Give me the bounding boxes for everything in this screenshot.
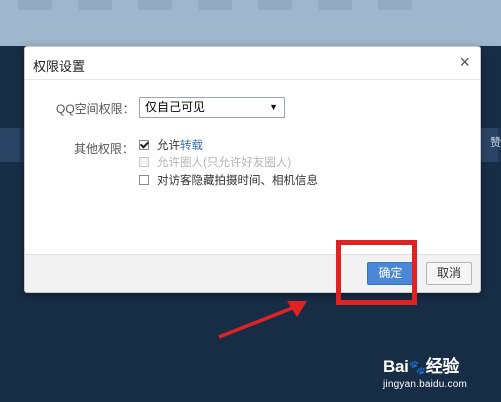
caret-down-icon: ▼ xyxy=(269,102,278,112)
hide-exif-checkbox[interactable] xyxy=(139,175,149,185)
baidu-jingyan-watermark: Bai🐾经验 jingyan.baidu.com xyxy=(383,352,495,396)
background-side-text: 赞 xyxy=(490,137,501,149)
dialog-title: 权限设置 xyxy=(33,59,86,74)
allow-repost-checkbox[interactable] xyxy=(139,140,149,150)
watermark-brand: Bai xyxy=(383,357,409,376)
watermark-suffix: 经验 xyxy=(425,357,460,376)
repost-link[interactable]: 转载 xyxy=(180,137,203,153)
qzone-permission-label: QQ空间权限： xyxy=(56,102,135,116)
dialog-header: 权限设置 × xyxy=(25,47,480,80)
background-nav xyxy=(0,0,501,14)
nav-placeholder xyxy=(198,0,232,10)
other-permission-label: 其他权限： xyxy=(74,142,135,156)
watermark-url: jingyan.baidu.com xyxy=(383,379,468,390)
qzone-permission-select[interactable]: 仅自己可见 ▼ xyxy=(139,97,285,118)
nav-placeholder xyxy=(258,0,292,10)
paw-icon: 🐾 xyxy=(408,359,426,376)
nav-placeholder xyxy=(318,0,352,10)
allow-tag-option: 允许圈人(只允许好友圈人) xyxy=(139,154,291,170)
cancel-button[interactable]: 取消 xyxy=(426,262,472,285)
allow-tag-checkbox xyxy=(139,157,149,167)
close-icon[interactable]: × xyxy=(459,52,470,72)
dialog-footer: 确定 取消 xyxy=(25,254,480,292)
watermark-logo: Bai🐾经验 xyxy=(383,352,495,377)
hide-exif-option[interactable]: 对访客隐藏拍摄时间、相机信息 xyxy=(139,172,318,188)
hide-exif-text: 对访客隐藏拍摄时间、相机信息 xyxy=(157,175,318,187)
background-header-band xyxy=(0,0,501,46)
allow-repost-prefix: 允许 xyxy=(157,140,180,152)
confirm-button[interactable]: 确定 xyxy=(367,262,414,285)
allow-repost-option[interactable]: 允许 转载 xyxy=(139,137,203,153)
nav-placeholder xyxy=(18,0,52,10)
nav-placeholder xyxy=(378,0,412,10)
nav-placeholder xyxy=(138,0,172,10)
select-value: 仅自己可见 xyxy=(145,100,206,114)
allow-tag-text: 允许圈人(只允许好友圈人) xyxy=(157,157,292,169)
nav-placeholder xyxy=(78,0,112,10)
background-tile xyxy=(0,128,20,162)
permission-dialog: 权限设置 × QQ空间权限： 仅自己可见 ▼ 其他权限： 允许 转载 允许圈人(只… xyxy=(24,46,481,293)
